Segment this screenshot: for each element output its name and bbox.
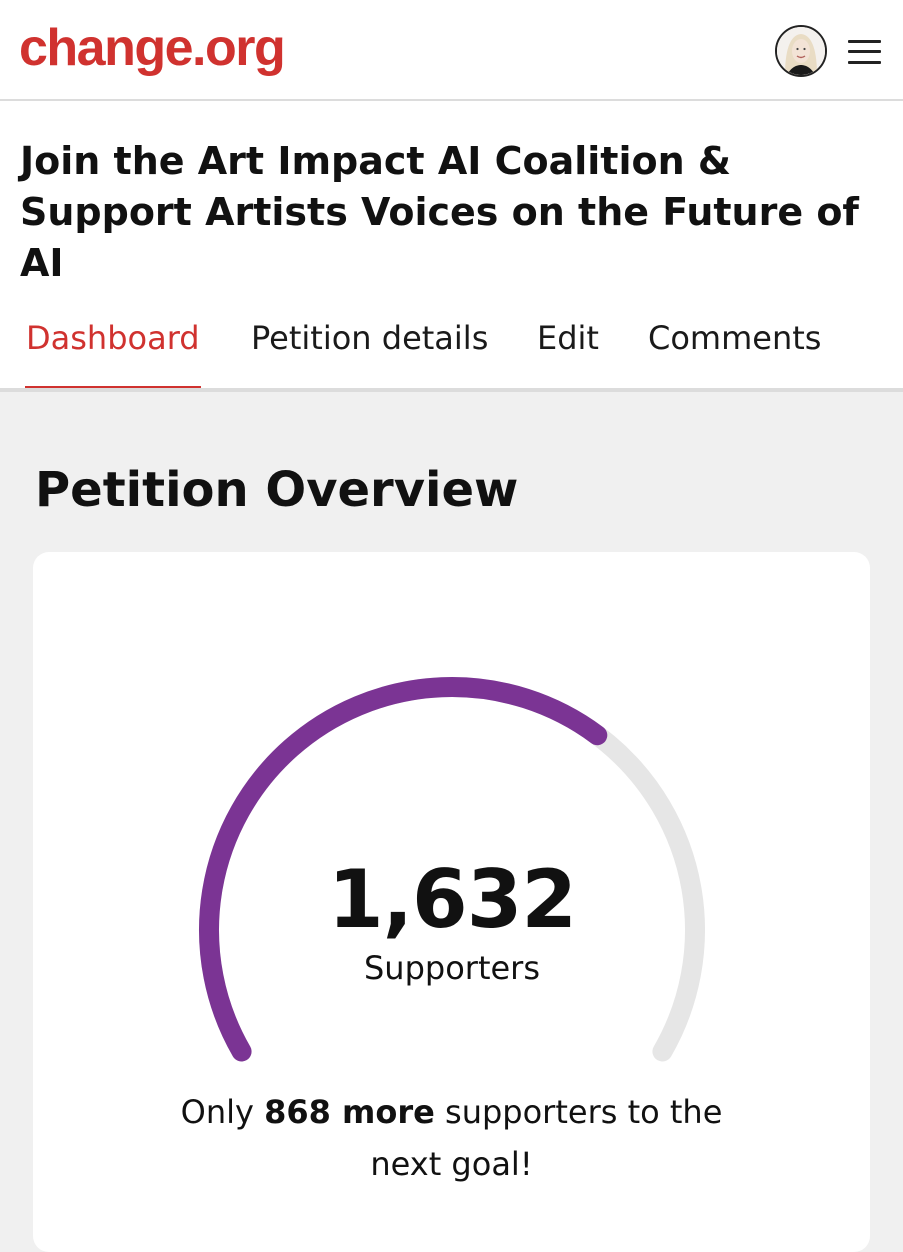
supporter-label: Supporters — [363, 949, 540, 987]
supporter-count: 1,632 — [327, 853, 577, 946]
goal-prefix: Only — [180, 1093, 265, 1131]
goal-remaining: 868 more — [264, 1093, 435, 1131]
goal-message: Only 868 more supporters to the next goa… — [180, 1086, 723, 1190]
supporter-progress-gauge — [199, 677, 705, 1062]
